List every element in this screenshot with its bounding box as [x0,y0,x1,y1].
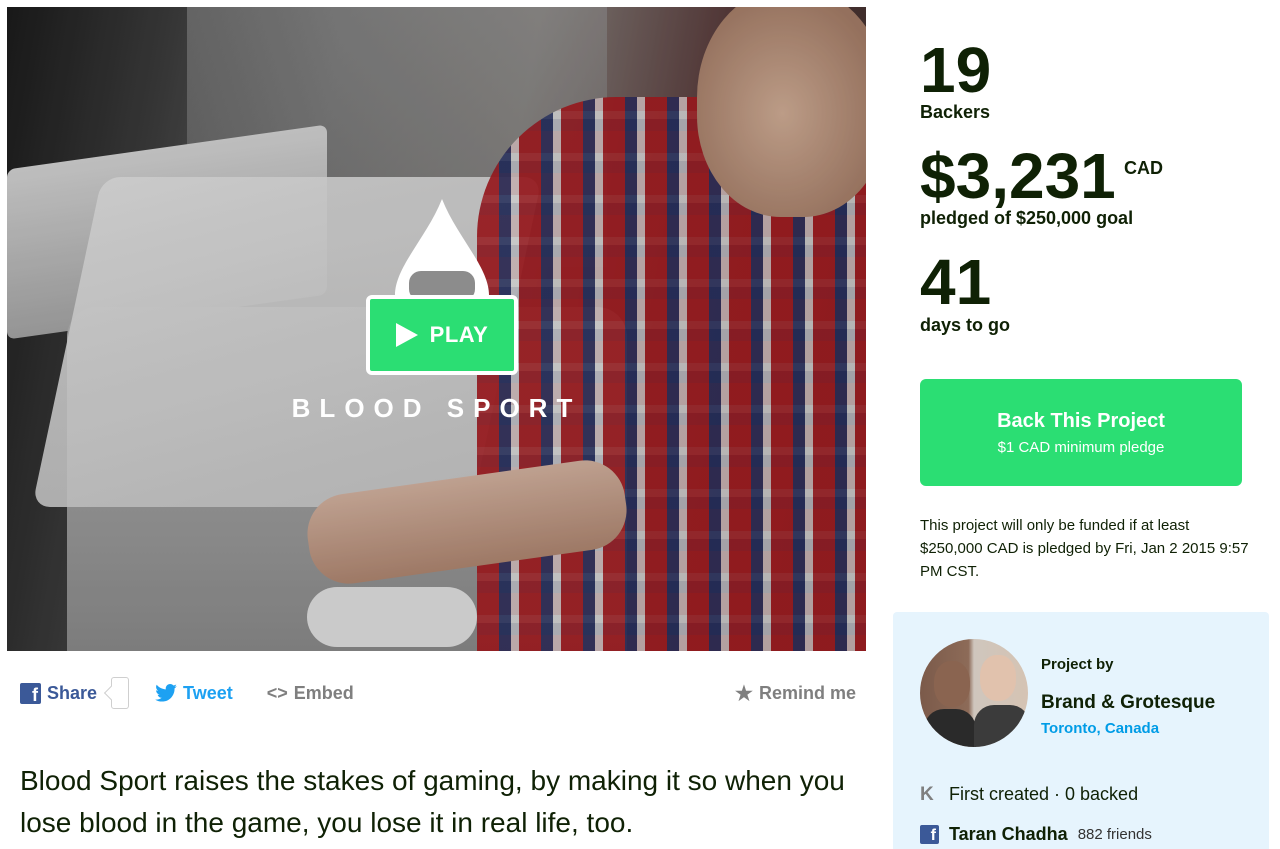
share-bar: f Share Tweet <> Embed ★ Remind me [20,676,856,710]
back-this-project-button[interactable]: Back This Project $1 CAD minimum pledge [920,379,1242,486]
pledged-amount: $3,231 [920,140,1116,212]
facebook-connection-row: f Taran Chadha 882 friends [920,824,1152,845]
pledged-goal-label: pledged of $250,000 goal [920,208,1134,228]
avatar-person-2-body [974,705,1028,747]
remind-me-label: Remind me [758,682,856,703]
facebook-friends-count: 882 friends [1077,826,1152,843]
kickstarter-summary: First created · 0 backed [949,784,1139,804]
backers-label: Backers [920,102,991,122]
embed-button[interactable]: <> Embed [267,683,354,704]
facebook-share-count [111,677,130,709]
funding-note: This project will only be funded if at l… [920,517,1249,580]
star-icon: ★ [735,682,753,705]
embed-label: Embed [293,682,354,703]
kickstarter-icon: K [920,784,934,805]
play-icon [395,323,418,347]
facebook-share-label: Share [47,682,98,703]
avatar-person-1-face [934,661,970,707]
facebook-icon: f [920,825,939,844]
days-to-go-label: days to go [920,315,1011,335]
tweet-label: Tweet [183,682,233,703]
facebook-name: Taran Chadha [949,824,1068,844]
back-button-title: Back This Project [997,409,1165,432]
facebook-share-button[interactable]: f Share [20,677,130,709]
remind-me-button[interactable]: ★ Remind me [735,681,856,706]
creator-location-link[interactable]: Toronto, Canada [1041,720,1159,737]
pledged-currency: CAD [1124,158,1163,178]
facebook-icon: f [20,682,41,704]
backers-count: 19 [920,34,992,106]
creator-card: Project by Brand & Grotesque Toronto, Ca… [893,612,1269,849]
avatar-person-1-body [924,709,976,747]
back-button-subtitle: $1 CAD minimum pledge [997,438,1165,456]
twitter-icon [155,684,177,702]
avatar-person-2-face [980,655,1016,701]
embed-icon: <> [266,682,288,703]
creator-avatar[interactable] [920,639,1028,747]
project-video[interactable]: PLAY BLOOD SPORT [7,7,866,651]
kickstarter-history-row: K First created · 0 backed [920,784,1138,805]
days-to-go-count: 41 [920,246,992,318]
play-label: PLAY [429,322,489,347]
project-by-label: Project by [1041,656,1114,673]
creator-name-link[interactable]: Brand & Grotesque [1041,692,1215,714]
tweet-button[interactable]: Tweet [155,683,233,704]
play-button[interactable]: PLAY [366,295,518,375]
video-title: BLOOD SPORT [291,393,582,423]
project-blurb: Blood Sport raises the stakes of gaming,… [20,765,845,838]
